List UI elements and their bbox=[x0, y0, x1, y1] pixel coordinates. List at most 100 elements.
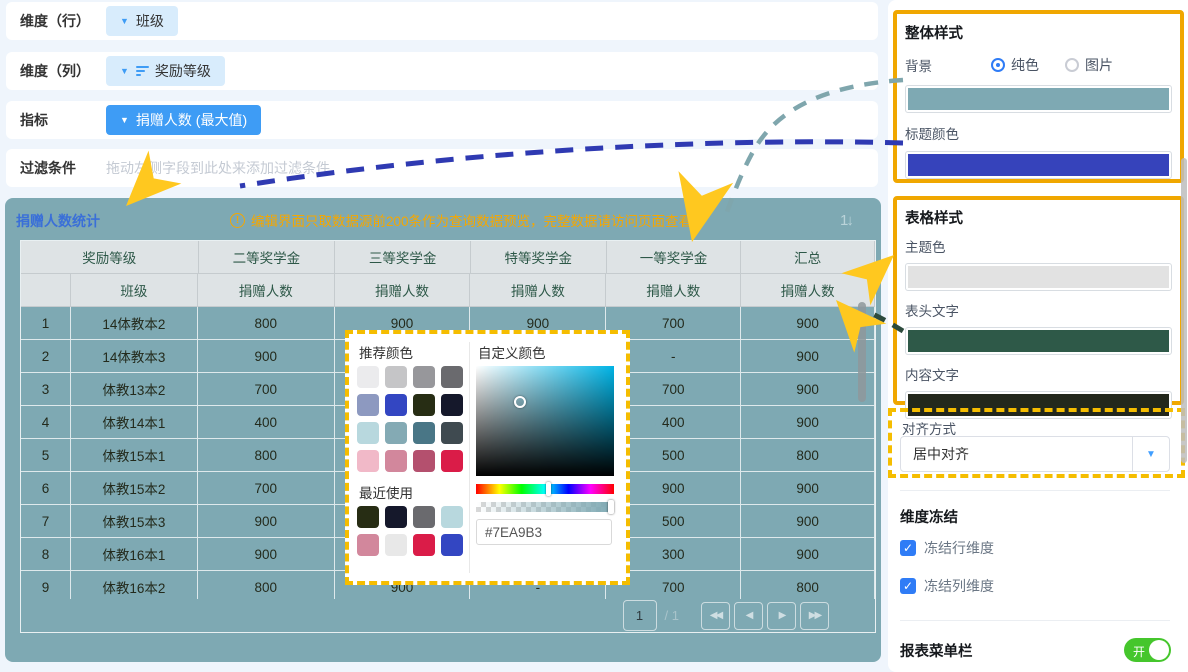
align-label: 对齐方式 bbox=[902, 418, 1181, 438]
table-cell: 体教14本1 bbox=[71, 406, 198, 439]
color-swatch[interactable] bbox=[385, 366, 407, 388]
first-page-button[interactable]: ◀◀ bbox=[701, 602, 730, 630]
color-swatch[interactable] bbox=[441, 450, 463, 472]
divider bbox=[469, 342, 470, 573]
color-swatch[interactable] bbox=[441, 422, 463, 444]
color-swatch[interactable] bbox=[413, 394, 435, 416]
color-swatch[interactable] bbox=[385, 506, 407, 528]
metric-chip[interactable]: ▼ 捐赠人数 (最大值) bbox=[106, 105, 261, 135]
color-swatch[interactable] bbox=[357, 394, 379, 416]
table-cell: 7 bbox=[21, 505, 71, 538]
content-text-color-label: 内容文字 bbox=[905, 364, 1180, 384]
radio-solid-color[interactable]: 纯色 bbox=[991, 55, 1039, 75]
color-swatch[interactable] bbox=[385, 422, 407, 444]
color-swatch[interactable] bbox=[441, 394, 463, 416]
table-cell: 6 bbox=[21, 472, 71, 505]
align-select[interactable]: 居中对齐 ▼ bbox=[900, 436, 1170, 472]
color-swatch[interactable] bbox=[413, 506, 435, 528]
menu-bar-label: 报表菜单栏 bbox=[900, 640, 973, 661]
freeze-row-checkbox[interactable]: ✓ 冻结行维度 bbox=[900, 538, 994, 558]
header-text-color-label: 表头文字 bbox=[905, 300, 1180, 320]
saturation-value-area[interactable] bbox=[476, 366, 614, 476]
divider bbox=[900, 620, 1170, 621]
table-cell: 800 bbox=[198, 307, 335, 340]
color-swatch[interactable] bbox=[413, 534, 435, 556]
alpha-gradient bbox=[476, 502, 614, 512]
alpha-slider[interactable] bbox=[476, 502, 614, 512]
hex-color-input[interactable] bbox=[476, 519, 612, 545]
row-dimension-card: 维度（行） ▼ 班级 bbox=[6, 2, 878, 40]
recommended-colors-label: 推荐颜色 bbox=[359, 342, 413, 362]
color-swatch[interactable] bbox=[413, 422, 435, 444]
color-swatch[interactable] bbox=[385, 534, 407, 556]
color-swatch[interactable] bbox=[413, 366, 435, 388]
background-color-swatch[interactable] bbox=[905, 85, 1172, 113]
table-cell: 5 bbox=[21, 439, 71, 472]
table-cell: 900 bbox=[741, 505, 875, 538]
color-swatch[interactable] bbox=[385, 394, 407, 416]
style-panel: 整体样式 背景 纯色 图片 标题颜色 表格样式 主 bbox=[888, 0, 1188, 672]
col-dimension-card: 维度（列） ▼ 奖励等级 bbox=[6, 52, 878, 90]
title-color-swatch[interactable] bbox=[905, 151, 1172, 179]
color-swatch[interactable] bbox=[413, 450, 435, 472]
overall-style-title: 整体样式 bbox=[905, 22, 1180, 43]
table-cell: 700 bbox=[198, 373, 335, 406]
warning-icon: ! bbox=[230, 213, 245, 228]
hue-slider-handle[interactable] bbox=[546, 482, 551, 496]
table-cell: 900 bbox=[741, 406, 875, 439]
theme-color-swatch[interactable] bbox=[905, 263, 1172, 291]
hue-slider[interactable] bbox=[476, 484, 614, 494]
background-label: 背景 bbox=[905, 55, 965, 75]
next-page-button[interactable]: ▶ bbox=[767, 602, 796, 630]
color-swatch[interactable] bbox=[441, 506, 463, 528]
alpha-slider-handle[interactable] bbox=[608, 500, 614, 514]
sub-header-cell bbox=[21, 274, 71, 307]
table-style-section: 表格样式 主题色 表头文字 内容文字 bbox=[893, 196, 1184, 405]
radio-image[interactable]: 图片 bbox=[1065, 55, 1113, 75]
sub-header-cell: 班级 bbox=[71, 274, 198, 307]
filter-dropzone[interactable]: 拖动左侧字段到此处来添加过滤条件 bbox=[106, 158, 330, 178]
col-dimension-chip[interactable]: ▼ 奖励等级 bbox=[106, 56, 225, 86]
header-text-color-swatch[interactable] bbox=[905, 327, 1172, 355]
caret-down-icon: ▼ bbox=[120, 16, 129, 26]
recommended-colors-grid bbox=[357, 366, 463, 472]
freeze-col-checkbox[interactable]: ✓ 冻结列维度 bbox=[900, 576, 994, 596]
metric-card: 指标 ▼ 捐赠人数 (最大值) bbox=[6, 101, 878, 139]
color-picker-popup: 推荐颜色 最近使用 自定义颜色 bbox=[345, 330, 630, 585]
row-dimension-label: 维度（行） bbox=[20, 11, 106, 31]
caret-down-icon: ▼ bbox=[120, 115, 129, 125]
color-swatch[interactable] bbox=[357, 506, 379, 528]
table-header: 奖励等级二等奖学金三等奖学金特等奖学金一等奖学金汇总班级捐赠人数捐赠人数捐赠人数… bbox=[21, 241, 875, 307]
table-cell: 体教16本1 bbox=[71, 538, 198, 571]
radio-solid-label: 纯色 bbox=[1011, 55, 1039, 75]
panel-scrollbar-thumb[interactable] bbox=[1181, 158, 1187, 463]
last-page-button[interactable]: ▶▶ bbox=[800, 602, 829, 630]
color-swatch[interactable] bbox=[441, 534, 463, 556]
color-swatch[interactable] bbox=[357, 450, 379, 472]
table-cell: 4 bbox=[21, 406, 71, 439]
color-swatch[interactable] bbox=[357, 534, 379, 556]
row-dimension-chip[interactable]: ▼ 班级 bbox=[106, 6, 178, 36]
page-number-input[interactable] bbox=[623, 600, 657, 631]
column-group-header: 二等奖学金 bbox=[199, 241, 336, 274]
table-cell: 800 bbox=[198, 439, 335, 472]
table-scrollbar-thumb[interactable] bbox=[858, 302, 866, 402]
prev-page-button[interactable]: ◀ bbox=[734, 602, 763, 630]
report-editor: 维度（行） ▼ 班级 维度（列） ▼ 奖励等级 指标 ▼ 捐赠人数 (最大值) … bbox=[0, 0, 1188, 672]
menu-bar-toggle[interactable]: 开 bbox=[1124, 638, 1171, 662]
table-cell: 体教13本2 bbox=[71, 373, 198, 406]
color-swatch[interactable] bbox=[357, 422, 379, 444]
table-cell: 900 bbox=[741, 538, 875, 571]
color-swatch[interactable] bbox=[441, 366, 463, 388]
custom-color-label: 自定义颜色 bbox=[478, 342, 546, 362]
color-swatch[interactable] bbox=[385, 450, 407, 472]
color-swatch[interactable] bbox=[357, 366, 379, 388]
sort-bars-icon bbox=[136, 66, 149, 76]
filter-card: 过滤条件 拖动左侧字段到此处来添加过滤条件 bbox=[6, 149, 878, 187]
sort-order-icon[interactable]: 1↓ bbox=[840, 212, 852, 229]
table-cell: 900 bbox=[741, 373, 875, 406]
divider bbox=[900, 490, 1170, 491]
table-cell: 9 bbox=[21, 571, 71, 599]
page-total-label: / 1 bbox=[665, 608, 679, 623]
color-cursor[interactable] bbox=[514, 396, 526, 408]
